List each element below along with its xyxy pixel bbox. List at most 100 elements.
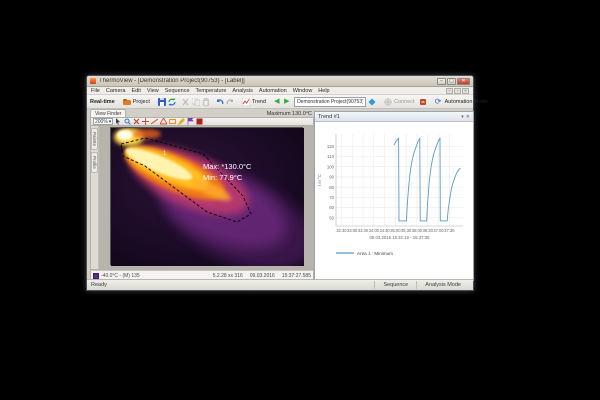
maximize-button[interactable]: ▢ <box>447 78 456 85</box>
dock-tab[interactable]: Profile <box>91 152 98 173</box>
palette-range: -40.0°C - (M) 135 <box>101 273 140 279</box>
thermal-image[interactable]: 1 Max: *130.0°C Min: 77.9°C <box>110 127 303 265</box>
menu-item[interactable]: Temperature <box>196 88 227 94</box>
rect-tool-icon[interactable] <box>169 118 176 125</box>
pointer-tool-icon[interactable] <box>115 118 122 125</box>
menu-item[interactable]: Analysis <box>232 88 252 94</box>
flag-tool-icon[interactable] <box>187 118 194 125</box>
chevron-down-icon: ▾ <box>109 119 112 125</box>
menu-item[interactable]: Automation <box>259 88 287 94</box>
menu-item[interactable]: Camera <box>106 88 126 94</box>
automation-mode-button[interactable]: ⟳ Automation Mode <box>433 97 490 107</box>
min-annotation: Min: 77.9°C <box>203 173 243 182</box>
line-tool-icon[interactable] <box>151 118 158 125</box>
disconnect-icon[interactable] <box>419 98 427 106</box>
navigate-icon[interactable] <box>368 98 376 106</box>
minimize-button[interactable]: – <box>437 78 446 85</box>
svg-text:80: 80 <box>329 185 334 190</box>
svg-text:09.03.2016 15:32:19 - 15:37:35: 09.03.2016 15:32:19 - 15:37:35 <box>370 235 431 240</box>
polygon-tool-icon[interactable] <box>160 118 167 125</box>
svg-text:37:30: 37:30 <box>444 228 455 233</box>
zoom-level-combo[interactable]: 200%▾ <box>93 118 113 125</box>
app-icon <box>90 78 96 84</box>
menu-items: File Camera Edit View Sequence Temperature Ana… <box>91 88 336 94</box>
svg-text:110: 110 <box>327 154 334 159</box>
mdi-restore-icon[interactable]: ▫ <box>454 88 461 94</box>
svg-text:32:30: 32:30 <box>336 228 347 233</box>
project-button[interactable]: Project <box>121 97 152 107</box>
frame-date: 09.03.2016 <box>250 273 275 279</box>
status-bar: Ready Sequence Analysis Mode <box>87 279 473 290</box>
trend-button[interactable]: Trend <box>240 97 268 107</box>
save-icon[interactable] <box>158 98 166 106</box>
max-annotation: Max: *130.0°C <box>203 162 252 171</box>
trend-icon <box>242 98 250 106</box>
status-sequence: Sequence <box>374 281 416 289</box>
automation-icon: ⟳ <box>435 98 443 106</box>
status-ready: Ready <box>91 282 107 288</box>
menu-item[interactable]: View <box>147 88 159 94</box>
svg-text:100: 100 <box>327 164 335 169</box>
undo-icon[interactable] <box>216 98 224 106</box>
thermoview-window: ThermoView - [Demonstration Project(9075… <box>86 75 474 291</box>
pin-icon[interactable]: ▾ <box>461 114 464 120</box>
svg-text:35:00: 35:00 <box>390 228 401 233</box>
frame-info: 5.2.28 xx 316 <box>213 273 243 279</box>
svg-text:120: 120 <box>327 144 335 149</box>
menu-item[interactable]: File <box>91 88 100 94</box>
desktop-background: ThermoView - [Demonstration Project(9075… <box>0 0 600 400</box>
svg-text:35:30: 35:30 <box>401 228 412 233</box>
prev-arrow-icon[interactable]: ◀ <box>274 98 282 106</box>
delete-tool-icon[interactable] <box>133 118 140 125</box>
svg-text:50: 50 <box>329 215 334 220</box>
workspace: View Finder Maximum 130.0°C 200%▾ <box>87 109 473 279</box>
svg-text:34:30: 34:30 <box>379 228 390 233</box>
close-button[interactable]: ✕ <box>457 78 470 85</box>
svg-text:70: 70 <box>329 195 334 200</box>
connect-button[interactable]: Connect <box>382 97 417 107</box>
menu-item[interactable]: Window <box>293 88 313 94</box>
menu-item[interactable]: Edit <box>131 88 140 94</box>
project-select-field[interactable] <box>294 97 366 107</box>
svg-text:34:00: 34:00 <box>369 228 380 233</box>
status-mode: Analysis Mode <box>416 281 469 289</box>
tab-view-finder[interactable]: View Finder <box>90 109 126 117</box>
dock-tab[interactable]: Palette <box>91 128 98 150</box>
mdi-minimize-icon[interactable]: – <box>446 88 453 94</box>
main-toolbar: Real-time Project Trend ◀ ▶ <box>87 95 473 109</box>
redo-icon[interactable] <box>226 98 234 106</box>
svg-text:36:00: 36:00 <box>412 228 423 233</box>
copy-icon[interactable] <box>192 98 200 106</box>
svg-text:Area 1 : Minimum: Area 1 : Minimum <box>357 251 393 256</box>
palette-swatch[interactable] <box>93 273 99 279</box>
panel-close-icon[interactable]: ✕ <box>466 114 470 120</box>
paste-icon[interactable] <box>202 98 210 106</box>
cut-icon[interactable] <box>182 98 190 106</box>
menu-bar: File Camera Edit View Sequence Temperature Ana… <box>87 87 473 95</box>
menu-item[interactable]: Sequence <box>165 88 190 94</box>
svg-text:t in °C: t in °C <box>317 174 322 186</box>
svg-text:33:30: 33:30 <box>358 228 369 233</box>
title-bar[interactable]: ThermoView - [Demonstration Project(9075… <box>87 76 473 87</box>
window-title: ThermoView - [Demonstration Project(9075… <box>99 78 437 84</box>
zoom-tool-icon[interactable] <box>124 118 131 125</box>
pen-tool-icon[interactable] <box>178 118 185 125</box>
snapshot-tool-icon[interactable] <box>196 118 203 125</box>
dock-tab-strip: Palette Profile <box>91 126 99 269</box>
realtime-toggle[interactable]: Real-time <box>90 99 115 105</box>
trend-chart: 506070809010011012032:3033:0033:3034:003… <box>315 122 473 278</box>
next-arrow-icon[interactable]: ▶ <box>284 98 292 106</box>
svg-text:37:00: 37:00 <box>433 228 444 233</box>
frame-time: 15:37:27.585 <box>282 273 311 279</box>
trend-panel-title: Trend #1 <box>318 114 340 120</box>
svg-text:36:30: 36:30 <box>423 228 434 233</box>
trend-panel: Trend #1 ▾ ✕ 506070809010011012032:3033:… <box>314 111 474 281</box>
svg-text:60: 60 <box>329 205 334 210</box>
spot-tool-icon[interactable] <box>142 118 149 125</box>
project-icon <box>123 98 131 106</box>
menu-item[interactable]: Help <box>318 88 329 94</box>
sync-icon[interactable] <box>168 98 176 106</box>
trend-panel-titlebar[interactable]: Trend #1 ▾ ✕ <box>315 112 473 122</box>
viewer-toolbar: 200%▾ <box>90 117 314 126</box>
mdi-close-icon[interactable]: × <box>462 88 469 94</box>
